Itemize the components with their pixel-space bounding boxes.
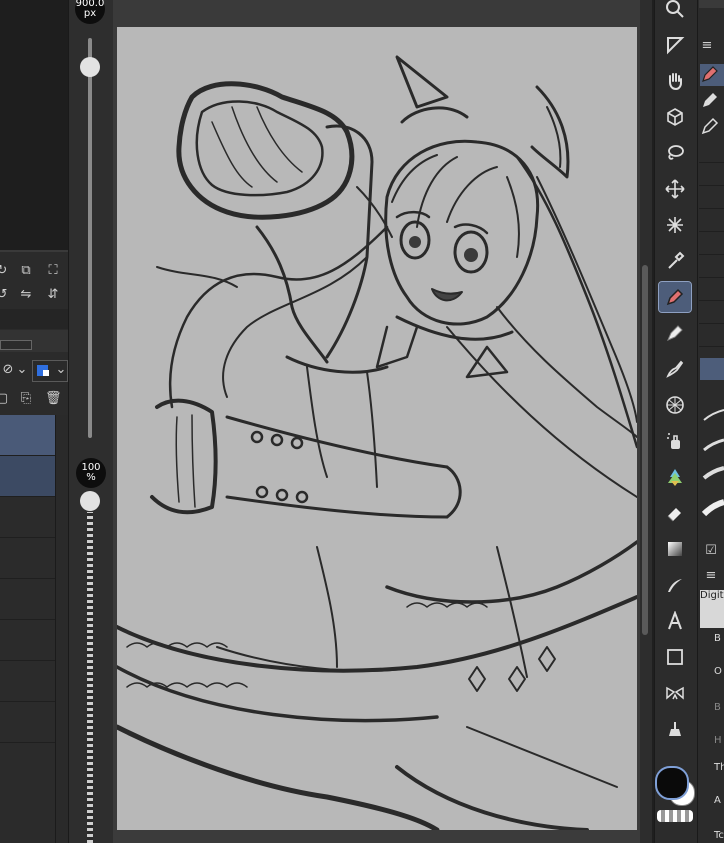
layer-row[interactable] xyxy=(0,702,55,743)
eyedropper-tool-icon[interactable] xyxy=(659,246,691,276)
size-slider-track[interactable] xyxy=(88,38,92,438)
airbrush-tool-icon[interactable] xyxy=(659,426,691,456)
subtool-row[interactable] xyxy=(699,255,724,278)
menu-icon[interactable]: ≡ xyxy=(699,38,715,54)
property-label-opacity: O xyxy=(714,666,722,677)
main-color-swatch[interactable] xyxy=(655,766,689,800)
panel-tab-bar xyxy=(699,0,724,8)
subtool-row[interactable] xyxy=(699,324,724,347)
new-layer-icon[interactable]: ▢ xyxy=(0,391,10,407)
brush-tool-icon[interactable] xyxy=(659,354,691,384)
subtool-row[interactable] xyxy=(699,140,724,163)
move-tool-icon[interactable] xyxy=(659,174,691,204)
canvas-top-margin xyxy=(113,0,640,27)
drawing-canvas[interactable] xyxy=(117,27,637,830)
zoom-tool-icon[interactable] xyxy=(659,0,691,24)
layer-row[interactable] xyxy=(0,415,55,456)
tool-property-header: Digita xyxy=(700,590,724,628)
text-tool-icon[interactable] xyxy=(659,606,691,636)
left-panel-spacer xyxy=(0,309,68,329)
hand-tool-icon[interactable] xyxy=(659,66,691,96)
subtool-row[interactable] xyxy=(699,301,724,324)
subtool-row[interactable] xyxy=(699,232,724,255)
brush-preset-selected[interactable] xyxy=(700,358,724,380)
chevron-down-icon[interactable]: ⌄ xyxy=(14,362,30,378)
opacity-unit: % xyxy=(86,472,96,483)
layer-row[interactable] xyxy=(0,538,55,579)
gradient-tool-icon[interactable] xyxy=(659,534,691,564)
subtool-row[interactable] xyxy=(699,278,724,301)
flip-vertical-icon[interactable]: ⇵ xyxy=(45,287,61,303)
speech-balloon-tool-icon[interactable] xyxy=(659,678,691,708)
flip-horizontal-icon[interactable]: ⇋ xyxy=(18,287,34,303)
size-unit: px xyxy=(83,8,97,19)
tool-property-title: Digita xyxy=(700,590,724,601)
opacity-badge: 100 % xyxy=(76,458,106,488)
property-label-brush-size: B xyxy=(714,633,721,644)
transparent-color-toggle[interactable] xyxy=(657,810,693,822)
property-label-texture: Tc xyxy=(714,830,724,841)
brush-stroke-preview[interactable] xyxy=(700,430,724,454)
property-label-thickness: Th xyxy=(714,762,724,773)
property-label-antialiasing: A xyxy=(714,795,721,806)
opacity-slider-knob[interactable] xyxy=(80,491,100,511)
layer-row[interactable] xyxy=(0,456,55,497)
layer-row[interactable] xyxy=(0,620,55,661)
pen-tool-icon[interactable] xyxy=(658,281,692,313)
fill-tool-icon[interactable] xyxy=(659,714,691,744)
brush-stroke-preview[interactable] xyxy=(700,400,724,424)
canvas-scroll-thumb[interactable] xyxy=(642,265,648,635)
layer-scrollbar[interactable] xyxy=(55,415,69,843)
subtool-pen-alt-item[interactable] xyxy=(700,116,724,138)
layer-color-sub-swatch xyxy=(43,370,49,376)
menu-icon[interactable]: ≡ xyxy=(703,568,719,584)
blend-tool-icon[interactable] xyxy=(659,570,691,600)
subtool-pen-item[interactable] xyxy=(700,64,724,86)
decoration-tool-icon[interactable] xyxy=(659,462,691,492)
rotate-icon[interactable]: ↻ xyxy=(0,263,10,279)
subtool-row[interactable] xyxy=(699,186,724,209)
left-panel-top-area xyxy=(0,0,68,250)
layer-row[interactable] xyxy=(0,661,55,702)
layer-color-select[interactable]: ⌄ xyxy=(32,360,68,382)
eraser-tool-icon[interactable] xyxy=(659,498,691,528)
figure-tool-icon[interactable] xyxy=(659,642,691,672)
new-folder-icon[interactable]: ⎘ xyxy=(18,391,34,407)
sketch-illustration xyxy=(117,55,637,830)
lasso-tool-icon[interactable] xyxy=(659,138,691,168)
chevron-down-icon: ⌄ xyxy=(55,362,67,377)
layer-row[interactable] xyxy=(0,497,55,538)
property-label-blend: B xyxy=(714,702,721,713)
reset-icon[interactable]: ↺ xyxy=(0,287,10,303)
brush-stroke-preview[interactable] xyxy=(700,458,724,482)
color-indicator[interactable] xyxy=(655,766,695,806)
fullscreen-icon[interactable]: ⛶ xyxy=(45,263,61,279)
brush-stroke-preview[interactable] xyxy=(700,490,724,520)
opacity-mini-bar[interactable] xyxy=(0,340,32,350)
pencil-tool-icon[interactable] xyxy=(659,318,691,348)
perspective-ruler-icon[interactable] xyxy=(659,390,691,420)
auto-select-tool-icon[interactable] xyxy=(659,210,691,240)
subtool-row[interactable] xyxy=(699,209,724,232)
opacity-slider-track[interactable] xyxy=(87,512,93,843)
size-slider-knob[interactable] xyxy=(80,57,100,77)
subtool-marker-item[interactable] xyxy=(700,90,724,112)
fit-icon[interactable]: ⧉ xyxy=(18,263,34,279)
subtool-row[interactable] xyxy=(699,163,724,186)
trash-icon[interactable]: 🗑 xyxy=(45,391,62,407)
operation-tool-icon[interactable] xyxy=(659,30,691,60)
left-panel-divider xyxy=(0,250,68,252)
3d-object-tool-icon[interactable] xyxy=(659,102,691,132)
property-label-hardness: H xyxy=(714,735,722,746)
layer-row[interactable] xyxy=(0,579,55,620)
checkbox-icon[interactable]: ☑ xyxy=(703,543,719,559)
